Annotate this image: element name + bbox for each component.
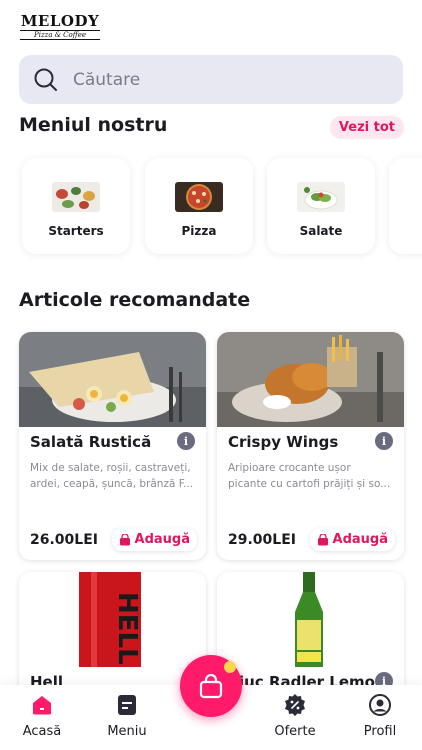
product-name: Salată Rustică	[30, 433, 152, 451]
profile-icon	[369, 694, 391, 716]
category-salate[interactable]: Salate	[267, 158, 375, 254]
tab-menu[interactable]: Meniu	[97, 693, 157, 739]
tab-home[interactable]: Acasă	[12, 693, 72, 739]
category-starters[interactable]: Starters	[22, 158, 130, 254]
product-name: Crispy Wings	[228, 433, 339, 451]
ciuc-radler-bottle-photo	[217, 572, 404, 667]
add-button-label: Adaugă	[134, 532, 190, 547]
menu-section-title: Meniul nostru	[19, 114, 168, 136]
recommended-section-title: Articole recomandate	[19, 289, 251, 311]
search-bar[interactable]: Căutare	[19, 55, 403, 104]
tab-label: Meniu	[107, 724, 147, 739]
category-carousel[interactable]: Starters Pizza Salate	[0, 148, 422, 264]
category-next[interactable]	[389, 158, 422, 254]
product-card-crispy-wings[interactable]: Crispy Wings i Aripioare crocante ușor p…	[217, 332, 404, 560]
hell-can-photo: HELL	[19, 572, 206, 667]
see-all-button[interactable]: Vezi tot	[329, 116, 404, 139]
product-price: 26.00LEI	[30, 532, 98, 548]
salad-photo	[297, 182, 345, 212]
info-icon[interactable]: i	[375, 432, 393, 450]
pizza-photo	[175, 182, 223, 212]
add-button-label: Adaugă	[332, 532, 388, 547]
home-icon	[33, 696, 51, 715]
product-price: 29.00LEI	[228, 532, 296, 548]
product-description: Mix de salate, roșii, castraveți, ardei,…	[30, 462, 194, 490]
cart-button[interactable]	[180, 655, 242, 717]
tab-label: Acasă	[22, 724, 62, 739]
starters-photo	[52, 182, 100, 212]
product-description: Aripioare crocante ușor picante cu carto…	[228, 462, 391, 490]
tab-label: Oferte	[274, 724, 316, 739]
offers-icon	[285, 694, 305, 716]
category-label: Starters	[48, 224, 104, 238]
menu-icon	[118, 695, 136, 715]
search-input[interactable]: Căutare	[73, 70, 140, 90]
logo-title: MELODY	[20, 12, 100, 30]
category-pizza[interactable]: Pizza	[145, 158, 253, 254]
info-icon[interactable]: i	[177, 432, 195, 450]
category-label: Pizza	[181, 224, 217, 238]
add-to-cart-button[interactable]: Adaugă	[111, 528, 197, 551]
category-label: Salate	[299, 224, 343, 238]
shopping-bag-icon	[317, 533, 328, 545]
tab-offers[interactable]: Oferte	[265, 693, 325, 739]
crispy-wings-photo	[217, 332, 404, 427]
cart-badge	[224, 661, 236, 673]
logo-subtitle: Pizza & Coffee	[20, 30, 100, 40]
salata-rustica-photo	[19, 332, 206, 427]
brand-logo: MELODY Pizza & Coffee	[20, 13, 100, 40]
search-icon	[34, 68, 57, 91]
svg-text:HELL: HELL	[112, 592, 142, 665]
shopping-bag-icon	[199, 673, 223, 699]
shopping-bag-icon	[119, 533, 130, 545]
add-to-cart-button[interactable]: Adaugă	[309, 528, 395, 551]
product-card-salata-rustica[interactable]: Salată Rustică i Mix de salate, roșii, c…	[19, 332, 206, 560]
tab-profile[interactable]: Profil	[350, 693, 410, 739]
tab-label: Profil	[363, 724, 397, 739]
